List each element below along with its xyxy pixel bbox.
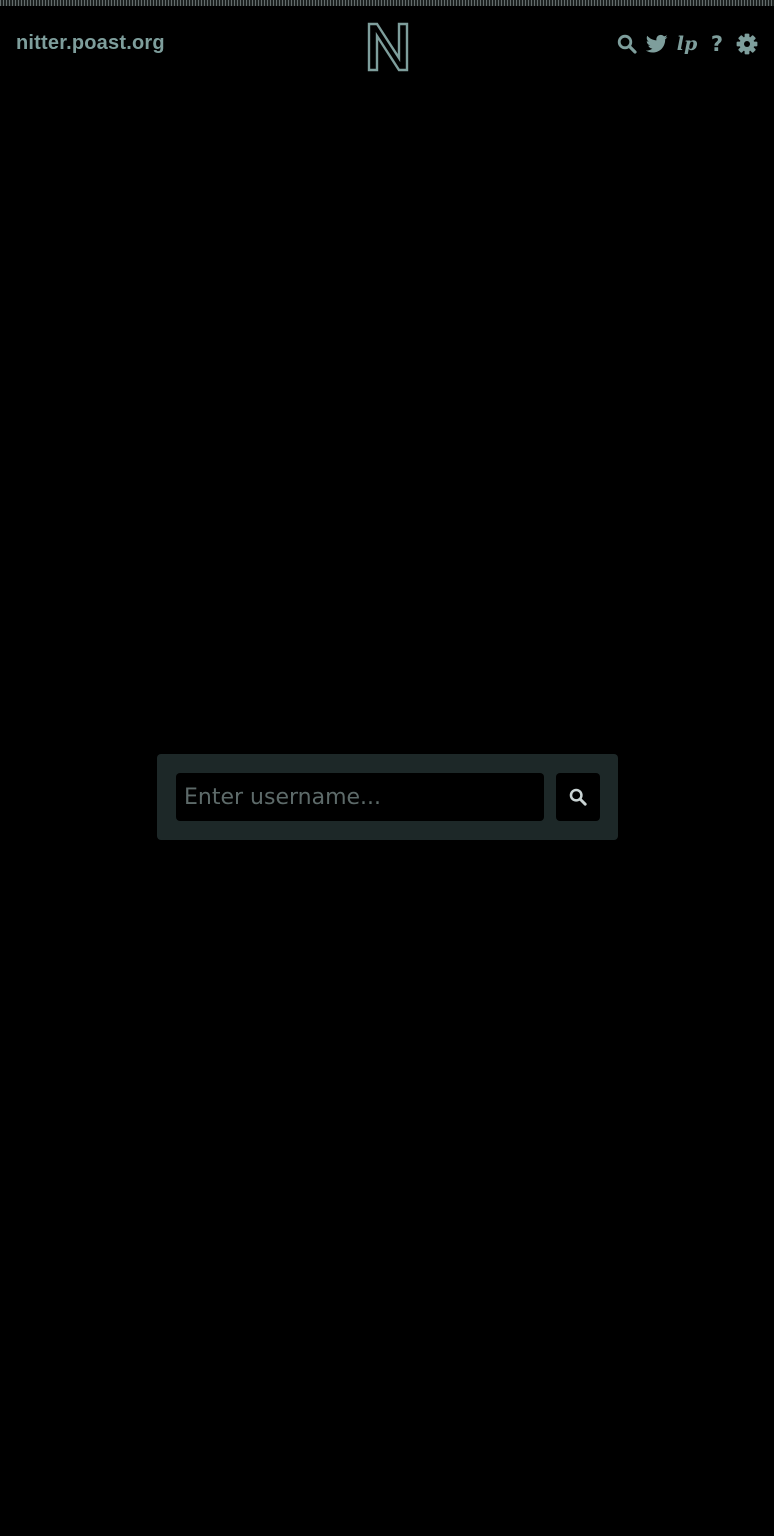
nitter-n-logo-icon[interactable] [364, 22, 412, 72]
nav-icon-group: lp ? [616, 32, 758, 56]
gear-icon[interactable] [736, 33, 758, 55]
search-submit-button[interactable] [556, 773, 600, 821]
site-name-link[interactable]: nitter.poast.org [16, 32, 165, 55]
help-icon[interactable]: ? [706, 33, 728, 55]
search-icon [569, 788, 587, 806]
search-icon[interactable] [616, 33, 638, 55]
lp-icon[interactable]: lp [676, 33, 698, 55]
top-navbar: nitter.poast.org lp ? [0, 6, 774, 86]
twitter-bird-icon[interactable] [646, 33, 668, 55]
username-search-input[interactable] [176, 773, 544, 821]
username-search-panel [157, 754, 618, 840]
